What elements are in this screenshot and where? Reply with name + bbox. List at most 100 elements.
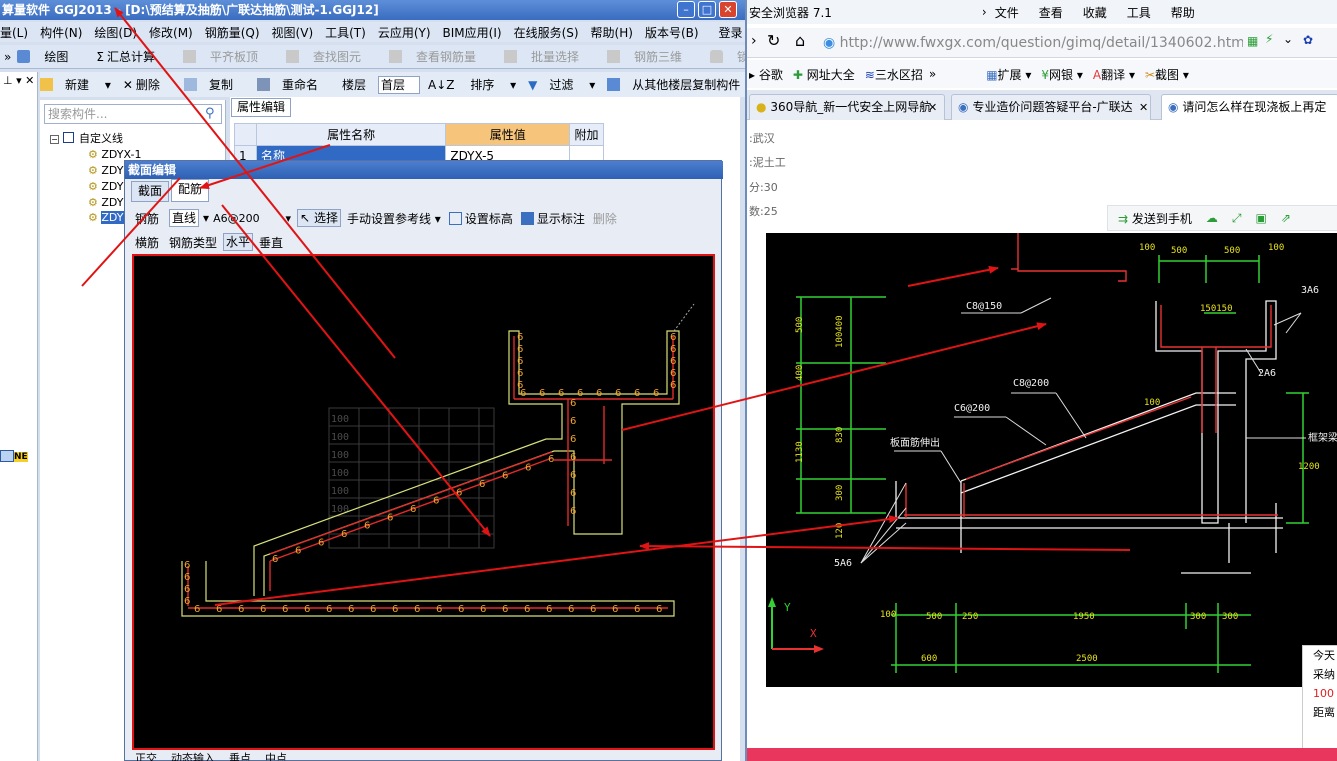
address-bar[interactable]: ◉ http://www.fwxgx.com/question/gimq/det… bbox=[823, 31, 1243, 55]
rename-button[interactable]: 重命名 bbox=[256, 76, 330, 93]
browser-menu-help[interactable]: 帮助 bbox=[1171, 4, 1195, 21]
select-tool-button[interactable]: ↖ 选择 bbox=[297, 209, 341, 227]
collapse-icon[interactable]: − bbox=[50, 135, 59, 144]
tab-close-icon[interactable]: ✕ bbox=[1139, 101, 1148, 114]
menu-item-rebar-quantity[interactable]: 钢筋量(Q) bbox=[205, 24, 260, 41]
ref-line-button[interactable]: 手动设置参考线 ▾ bbox=[347, 210, 441, 227]
level-top-button[interactable]: 平齐板顶 bbox=[182, 48, 272, 65]
browser-menu-view[interactable]: 查看 bbox=[1039, 4, 1063, 21]
section-canvas[interactable]: 100 100 100 100 100 100 6 6 6 6 6 6 6 6 … bbox=[132, 254, 715, 750]
sort-button[interactable]: A↓Z 排序 ▾ bbox=[428, 76, 516, 93]
qr-icon[interactable]: ▦ bbox=[1247, 34, 1258, 48]
save-icon[interactable]: ▣ bbox=[1256, 211, 1267, 225]
login-link[interactable]: 登录 bbox=[719, 24, 743, 41]
rebar-type-button[interactable]: 钢筋类型 bbox=[169, 234, 217, 251]
component-search-input[interactable]: 搜索构件... bbox=[44, 104, 222, 124]
menu-item-view[interactable]: 视图(V) bbox=[272, 24, 314, 41]
menu-item-bim[interactable]: BIM应用(I) bbox=[443, 24, 502, 41]
screenshot-button[interactable]: ✂截图 ▾ bbox=[1145, 66, 1189, 83]
menu-item-quantity[interactable]: 量(L) bbox=[0, 24, 28, 41]
paw-icon[interactable]: ✿ bbox=[1303, 33, 1313, 47]
transverse-rebar-button[interactable]: 横筋 bbox=[135, 234, 159, 251]
filter-button[interactable]: ▼ 过滤 ▾ bbox=[528, 76, 595, 93]
tree-root[interactable]: − 自定义线 bbox=[50, 130, 123, 146]
tree-item[interactable]: ⚙ ZDY bbox=[88, 196, 124, 209]
tab-section[interactable]: 截面 bbox=[131, 181, 169, 202]
menu-item-online[interactable]: 在线服务(S) bbox=[514, 24, 579, 41]
perpendicular-toggle[interactable]: 垂点 bbox=[229, 750, 251, 761]
pin-icon[interactable]: ⊥ ▾ ✕ bbox=[3, 74, 34, 87]
sort-label: 排序 bbox=[470, 78, 495, 92]
chevron-down-icon[interactable]: ▾ bbox=[203, 211, 209, 225]
menu-item-draw[interactable]: 绘图(D) bbox=[94, 24, 137, 41]
menu-item-version[interactable]: 版本号(B) bbox=[645, 24, 699, 41]
tab-rebar[interactable]: 配筋 bbox=[171, 179, 209, 202]
send-to-phone-label: 发送到手机 bbox=[1131, 211, 1192, 226]
tab-property-edit[interactable]: 属性编辑 bbox=[231, 98, 291, 117]
bank-button[interactable]: ¥网银 ▾ bbox=[1041, 66, 1083, 83]
forward-icon[interactable]: › bbox=[751, 33, 757, 49]
dynamic-input-toggle[interactable]: 动态输入 bbox=[171, 750, 215, 761]
floor-select[interactable]: 首层 ▾ bbox=[377, 75, 420, 108]
copy-button[interactable]: 复制 bbox=[183, 76, 245, 93]
chevron-down-icon[interactable]: ⌄ bbox=[1283, 32, 1293, 46]
line-type-select[interactable]: 直线 bbox=[169, 209, 200, 227]
bookmark-google[interactable]: ▸ 谷歌 bbox=[749, 66, 783, 83]
browser-tab-active[interactable]: ◉ 请问怎么样在现浇板上再定 bbox=[1161, 94, 1337, 120]
menu-item-component[interactable]: 构件(N) bbox=[40, 24, 82, 41]
extensions-button[interactable]: ▦扩展 ▾ bbox=[986, 66, 1031, 83]
lightning-icon[interactable]: ⚡ bbox=[1265, 32, 1273, 46]
reload-icon[interactable]: ↻ bbox=[767, 31, 780, 50]
delete-rebar-button[interactable]: 删除 bbox=[593, 210, 617, 227]
view-rebar-button[interactable]: 查看钢筋量 bbox=[389, 48, 490, 65]
share-icon[interactable]: ⇗ bbox=[1281, 211, 1291, 225]
tree-item-selected[interactable]: ⚙ ZDY bbox=[88, 211, 124, 224]
cad-dimensions: 100 500 500 100 150150 100 1200 100 500 … bbox=[880, 243, 1320, 664]
close-button[interactable]: ✕ bbox=[719, 1, 737, 18]
menu-item-tools[interactable]: 工具(T) bbox=[325, 24, 366, 41]
horizontal-button[interactable]: 水平 bbox=[223, 233, 254, 251]
rebar-3d-button[interactable]: 钢筋三维 bbox=[607, 48, 696, 65]
lock-button[interactable]: 锁定 bbox=[710, 48, 745, 65]
browser-tab[interactable]: ● 360导航_新一代安全上网导航 bbox=[749, 94, 945, 120]
tab-close-icon[interactable]: ✕ bbox=[928, 101, 937, 114]
menu-item-modify[interactable]: 修改(M) bbox=[149, 24, 193, 41]
search-icon[interactable]: ⚲ bbox=[205, 106, 215, 121]
tree-item[interactable]: ⚙ ZDY bbox=[88, 164, 124, 177]
bookmark-site-nav[interactable]: ✚ 网址大全 bbox=[793, 66, 855, 83]
chevron-right-icon[interactable]: » bbox=[4, 50, 11, 64]
translate-button[interactable]: A翻译 ▾ bbox=[1093, 66, 1135, 83]
bookmark-sanshui[interactable]: ≋三水区招 bbox=[865, 66, 923, 83]
minimize-button[interactable]: – bbox=[677, 1, 695, 18]
midpoint-toggle[interactable]: 中点 bbox=[265, 750, 287, 761]
rebar-section-drawing[interactable]: 100 100 100 100 100 100 6 6 6 6 6 6 6 6 … bbox=[134, 256, 713, 748]
browser-tab[interactable]: ◉ 专业造价问题答疑平台-广联达 bbox=[951, 94, 1151, 120]
expand-icon[interactable]: ⤢ bbox=[1232, 211, 1242, 226]
ortho-toggle[interactable]: 正交 bbox=[135, 750, 157, 761]
grid-ne-icon[interactable]: NE bbox=[0, 450, 34, 464]
spec-select[interactable]: A6@200 ▾ bbox=[213, 212, 291, 225]
sum-calc-button[interactable]: Σ 汇总计算 bbox=[96, 48, 169, 65]
copy-from-floor-button[interactable]: 从其他楼层复制构件 bbox=[607, 76, 745, 93]
home-icon[interactable]: ⌂ bbox=[795, 31, 805, 50]
set-mark-button[interactable]: 设置标高 bbox=[448, 210, 513, 227]
cloud-icon[interactable]: ☁ bbox=[1206, 211, 1218, 225]
vertical-button[interactable]: 垂直 bbox=[259, 234, 283, 251]
menu-item-cloud[interactable]: 云应用(Y) bbox=[378, 24, 431, 41]
delete-button[interactable]: ✕ 删除 bbox=[123, 76, 172, 93]
more-bookmarks-icon[interactable]: » bbox=[929, 67, 936, 81]
find-element-button[interactable]: 查找图元 bbox=[285, 48, 375, 65]
browser-menu-file[interactable]: 文件 bbox=[995, 4, 1019, 21]
browser-menu-tools[interactable]: 工具 bbox=[1127, 4, 1151, 21]
batch-select-button[interactable]: 批量选择 bbox=[504, 48, 593, 65]
draw-button[interactable]: 绘图 bbox=[17, 48, 82, 65]
tree-item[interactable]: ⚙ ZDY bbox=[88, 180, 124, 193]
send-to-phone-button[interactable]: ⇉ 发送到手机 bbox=[1118, 210, 1192, 227]
maximize-button[interactable]: □ bbox=[698, 1, 716, 18]
browser-menu-favorites[interactable]: 收藏 bbox=[1083, 4, 1107, 21]
menu-item-help[interactable]: 帮助(H) bbox=[591, 24, 633, 41]
show-mark-button[interactable]: 显示标注 bbox=[520, 210, 585, 227]
side-popup[interactable]: 今天 采纳 100 距离 bbox=[1302, 645, 1337, 761]
new-button[interactable]: 新建 ▾ bbox=[40, 76, 111, 93]
rebar-3d-icon bbox=[607, 50, 621, 63]
